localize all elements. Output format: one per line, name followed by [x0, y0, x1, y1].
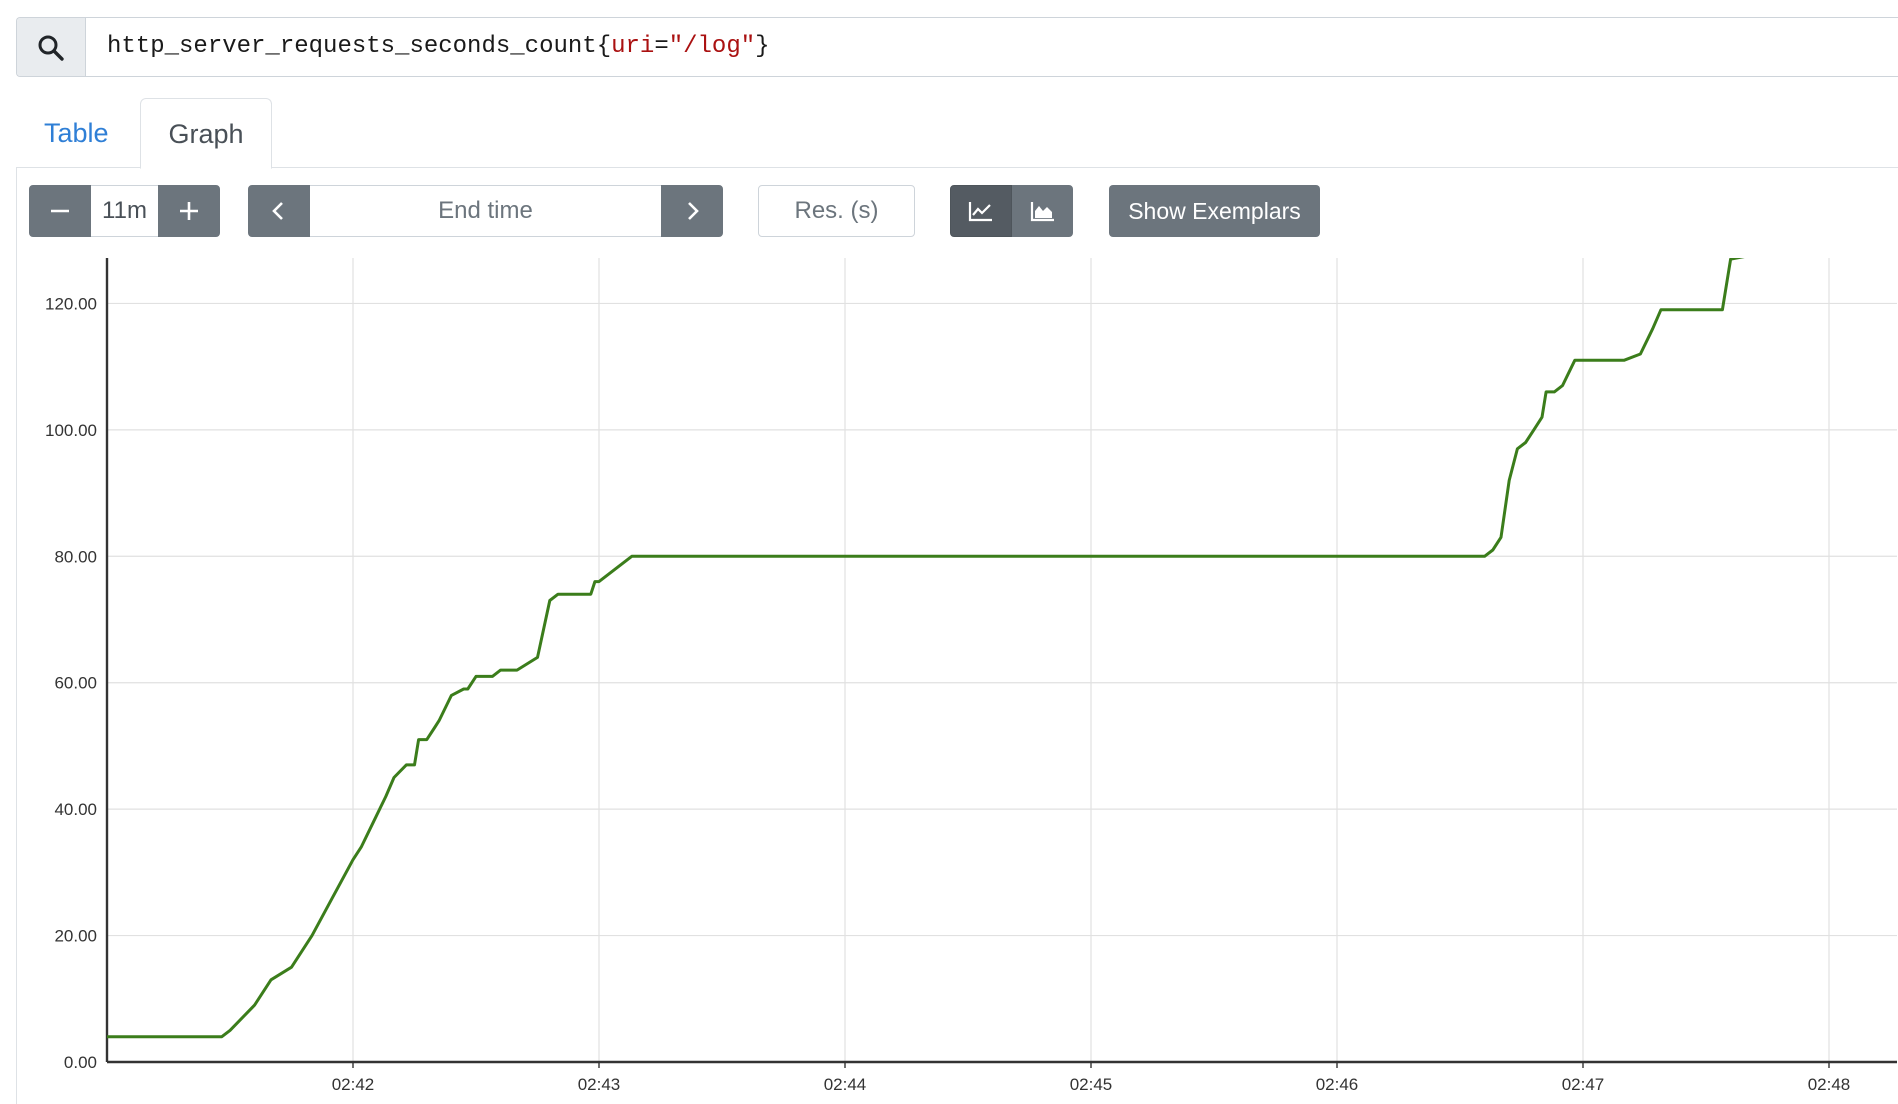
x-axis-ticks: 02:42 02:43 02:44 02:45 02:46 02:47 02:48 — [332, 1062, 1851, 1094]
range-value: 11m — [102, 197, 147, 224]
query-input[interactable]: http_server_requests_seconds_count{uri="… — [107, 18, 770, 76]
search-icon-box — [17, 18, 86, 76]
chart-axes — [105, 258, 1897, 1064]
chart-grid — [107, 258, 1897, 1062]
resolution-input[interactable]: Res. (s) — [758, 185, 915, 237]
y-tick-label: 0.00 — [64, 1053, 97, 1072]
area-chart-icon — [1030, 202, 1054, 222]
y-axis-ticks: 0.0020.0040.0060.0080.00100.00120.00140.… — [45, 294, 97, 1072]
query-close-brace: } — [755, 33, 770, 60]
query-equals: = — [654, 33, 669, 60]
x-tick-label: 02:43 — [578, 1075, 621, 1094]
query-expression-bar[interactable]: http_server_requests_seconds_count{uri="… — [16, 17, 1898, 77]
range-input[interactable]: 11m — [91, 185, 158, 237]
forward-button[interactable] — [661, 185, 723, 237]
minus-icon — [51, 209, 69, 213]
back-button[interactable] — [248, 185, 310, 237]
stacked-button[interactable] — [1012, 185, 1073, 237]
chevron-right-icon — [688, 202, 699, 220]
y-tick-label: 20.00 — [54, 927, 97, 946]
y-tick-label: 100.00 — [45, 421, 97, 440]
tab-table[interactable]: Table — [16, 98, 137, 168]
end-time-placeholder: End time — [438, 197, 533, 224]
y-tick-label: 80.00 — [54, 547, 97, 566]
show-exemplars-label: Show Exemplars — [1128, 197, 1301, 224]
x-tick-label: 02:42 — [332, 1075, 375, 1094]
show-exemplars-button[interactable]: Show Exemplars — [1109, 185, 1320, 237]
y-tick-label: 60.00 — [54, 674, 97, 693]
x-tick-label: 02:44 — [824, 1075, 867, 1094]
query-metric-name: http_server_requests_seconds_count — [107, 33, 597, 60]
chevron-left-icon — [272, 202, 283, 220]
query-label-name: uri — [611, 33, 655, 60]
unstacked-button[interactable] — [950, 185, 1012, 237]
query-label-value: "/log" — [668, 33, 756, 60]
graph-panel: 11m End time Res. (s) Show Exemplars 0.0… — [16, 168, 1898, 1104]
search-icon — [38, 35, 64, 61]
x-tick-label: 02:47 — [1562, 1075, 1605, 1094]
chart-series — [107, 258, 1891, 1039]
resolution-placeholder: Res. (s) — [794, 197, 879, 224]
increase-range-button[interactable] — [158, 185, 220, 237]
tab-graph[interactable]: Graph — [140, 98, 272, 169]
decrease-range-button[interactable] — [29, 185, 91, 237]
time-series-chart[interactable]: 0.0020.0040.0060.0080.00100.00120.00140.… — [17, 258, 1897, 1104]
query-open-brace: { — [596, 33, 612, 60]
y-tick-label: 40.00 — [54, 800, 97, 819]
series-line[interactable] — [107, 258, 1891, 1039]
y-tick-label: 120.00 — [45, 294, 97, 313]
x-tick-label: 02:45 — [1070, 1075, 1113, 1094]
plus-icon — [180, 202, 198, 220]
view-tabs: Table Graph — [16, 98, 1898, 169]
graph-toolbar: 11m End time Res. (s) Show Exemplars — [17, 168, 1898, 258]
x-tick-label: 02:46 — [1316, 1075, 1359, 1094]
end-time-input[interactable]: End time — [310, 185, 661, 237]
line-chart-icon — [968, 202, 992, 222]
x-tick-label: 02:48 — [1808, 1075, 1851, 1094]
